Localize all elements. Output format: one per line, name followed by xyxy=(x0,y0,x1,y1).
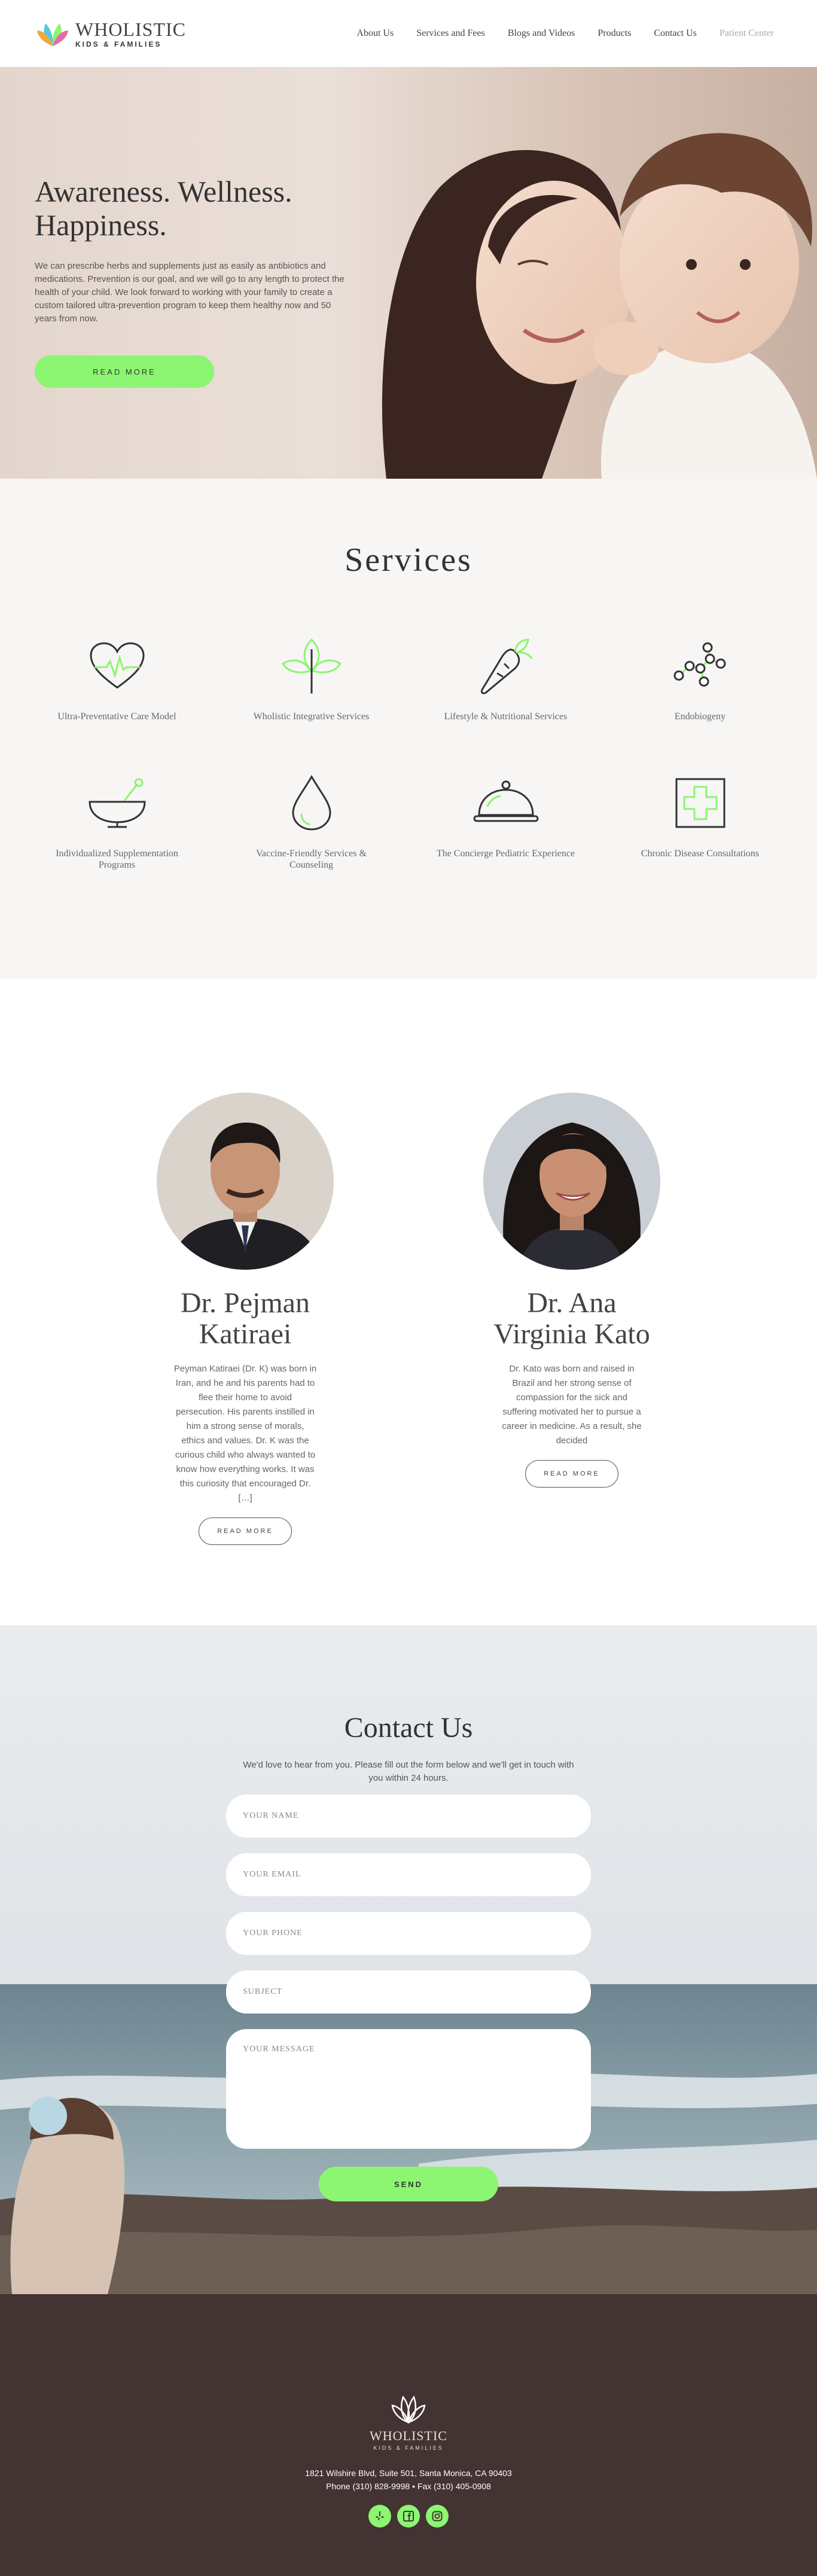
service-item[interactable]: Vaccine-Friendly Services & Counseling xyxy=(214,770,408,871)
molecule-icon xyxy=(667,633,733,699)
service-item[interactable]: Ultra-Preventative Care Model xyxy=(20,633,214,722)
hero-description: We can prescribe herbs and supplements j… xyxy=(35,261,345,324)
contact-form: SEND xyxy=(226,1795,591,2201)
service-label: Endobiogeny xyxy=(674,711,726,722)
main-nav: About Us Services and Fees Blogs and Vid… xyxy=(356,28,774,39)
cloche-icon xyxy=(473,770,539,836)
service-label: Chronic Disease Consultations xyxy=(641,848,760,859)
instagram-icon[interactable] xyxy=(426,2505,449,2528)
service-label: The Concierge Pediatric Experience xyxy=(436,848,575,859)
footer-address: 1821 Wilshire Blvd, Suite 501, Santa Mon… xyxy=(305,2468,512,2478)
nav-services-and-fees[interactable]: Services and Fees xyxy=(416,28,485,39)
service-item[interactable]: Endobiogeny xyxy=(603,633,797,722)
nav-contact-us[interactable]: Contact Us xyxy=(654,28,697,39)
service-label: Individualized Supplementation Programs xyxy=(56,848,178,870)
name-input[interactable] xyxy=(226,1795,591,1838)
carrot-icon xyxy=(473,633,539,699)
message-textarea[interactable] xyxy=(226,2029,591,2149)
services-title: Services xyxy=(345,542,472,579)
doctor-name: Dr. Pejman Katiraei xyxy=(181,1287,310,1350)
hero-section: Awareness. Wellness. Happiness. We can p… xyxy=(0,67,817,479)
footer-phone-fax: Phone (310) 828-9998 • Fax (310) 405-090… xyxy=(326,2481,491,2491)
doctor-name: Dr. Ana Virginia Kato xyxy=(493,1287,650,1350)
footer-address-block: 1821 Wilshire Blvd, Suite 501, Santa Mon… xyxy=(305,2466,512,2493)
footer-logo-wordmark: WHOLISTIC xyxy=(370,2428,447,2443)
hero-read-more-button[interactable]: READ MORE xyxy=(35,355,214,388)
nav-patient-center[interactable]: Patient Center xyxy=(720,28,774,39)
footer-logo-tagline: KIDS & FAMILIES xyxy=(373,2445,444,2451)
logo-wordmark: WHOLISTIC xyxy=(75,18,186,40)
doctor-card: Dr. Pejman Katiraei Peyman Katiraei (Dr.… xyxy=(157,1093,334,1625)
facebook-icon[interactable] xyxy=(397,2505,420,2528)
phone-input[interactable] xyxy=(226,1912,591,1955)
doctor-read-more-button[interactable]: READ MORE xyxy=(199,1517,292,1545)
service-item[interactable]: Wholistic Integrative Services xyxy=(214,633,408,722)
hero-title: Awareness. Wellness. Happiness. xyxy=(35,175,292,242)
service-label: Wholistic Integrative Services xyxy=(253,711,370,722)
contact-section: Contact Us We'd love to hear from you. P… xyxy=(0,1625,817,2294)
service-item[interactable]: Chronic Disease Consultations xyxy=(603,770,797,871)
service-item[interactable]: Lifestyle & Nutritional Services xyxy=(408,633,603,722)
doctor-photo-avatar xyxy=(483,1093,660,1270)
mortar-pestle-icon xyxy=(84,770,150,836)
social-links xyxy=(368,2505,449,2528)
doctor-card: Dr. Ana Virginia Kato Dr. Kato was born … xyxy=(483,1093,660,1625)
hero-photo-mother-and-baby xyxy=(382,133,817,479)
site-footer: WHOLISTIC KIDS & FAMILIES 1821 Wilshire … xyxy=(0,2294,817,2576)
medical-cross-icon xyxy=(667,770,733,836)
nav-products[interactable]: Products xyxy=(597,28,631,39)
lotus-logo-icon xyxy=(391,2395,426,2423)
doctor-read-more-button[interactable]: READ MORE xyxy=(525,1460,618,1488)
email-input[interactable] xyxy=(226,1853,591,1896)
service-label: Vaccine-Friendly Services & Counseling xyxy=(256,848,367,870)
site-logo[interactable]: WHOLISTIC KIDS & FAMILIES xyxy=(36,20,186,48)
services-grid: Ultra-Preventative Care Model Wholistic … xyxy=(0,633,817,871)
doctor-photo-avatar xyxy=(157,1093,334,1270)
yelp-icon[interactable] xyxy=(368,2505,391,2528)
lotus-logo-icon xyxy=(37,23,68,46)
contact-title: Contact Us xyxy=(344,1712,473,1744)
contact-subtitle: We'd love to hear from you. Please fill … xyxy=(243,1760,574,1783)
drop-icon xyxy=(279,770,345,836)
nav-about-us[interactable]: About Us xyxy=(356,28,394,39)
site-header: WHOLISTIC KIDS & FAMILIES About Us Servi… xyxy=(0,0,817,67)
doctors-section: Dr. Pejman Katiraei Peyman Katiraei (Dr.… xyxy=(0,979,817,1625)
subject-input[interactable] xyxy=(226,1970,591,2014)
services-section: Services Ultra-Preventative Care Model W… xyxy=(0,479,817,979)
service-item[interactable]: Individualized Supplementation Programs xyxy=(20,770,214,871)
service-label: Lifestyle & Nutritional Services xyxy=(444,711,568,722)
send-button[interactable]: SEND xyxy=(319,2167,498,2201)
logo-tagline: KIDS & FAMILIES xyxy=(75,39,162,48)
service-label: Ultra-Preventative Care Model xyxy=(57,711,176,722)
doctor-bio: Peyman Katiraei (Dr. K) was born in Iran… xyxy=(173,1364,317,1503)
heart-pulse-icon xyxy=(84,633,150,699)
nav-blogs-and-videos[interactable]: Blogs and Videos xyxy=(508,28,575,39)
leaf-plant-icon xyxy=(279,633,345,699)
doctor-bio: Dr. Kato was born and raised in Brazil a… xyxy=(502,1364,642,1446)
service-item[interactable]: The Concierge Pediatric Experience xyxy=(408,770,603,871)
